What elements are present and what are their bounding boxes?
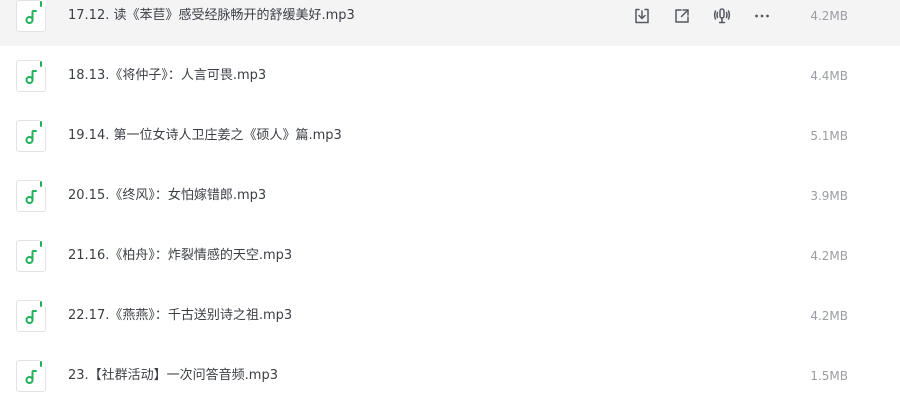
file-name: 18.13.《将仲子》：人言可畏.mp3 [68,68,267,83]
audio-file-list: 17.12. 读《苯苣》感受经脉畅开的舒缓美好.mp3 4.2MB 18.13.… [0,0,900,406]
file-size: 4.2MB [810,309,848,323]
podcast-icon[interactable] [712,7,732,25]
audio-file-icon [16,120,46,152]
file-size: 1.5MB [810,369,848,383]
list-item[interactable]: 20.15.《终风》：女怕嫁错郎.mp3 3.9MB [0,166,900,226]
audio-file-icon [16,60,46,92]
list-item[interactable]: 17.12. 读《苯苣》感受经脉畅开的舒缓美好.mp3 4.2MB [0,0,900,46]
list-item[interactable]: 23.【社群活动】一次问答音频.mp3 1.5MB [0,346,900,406]
audio-file-icon [16,0,46,32]
list-item[interactable]: 18.13.《将仲子》：人言可畏.mp3 4.4MB [0,46,900,106]
file-size: 3.9MB [810,189,848,203]
list-item[interactable]: 22.17.《燕燕》：千古送别诗之祖.mp3 4.2MB [0,286,900,346]
audio-file-icon [16,180,46,212]
file-size: 4.4MB [810,69,848,83]
file-name: 20.15.《终风》：女怕嫁错郎.mp3 [68,188,267,203]
file-name: 17.12. 读《苯苣》感受经脉畅开的舒缓美好.mp3 [68,8,355,23]
file-name: 19.14. 第一位女诗人卫庄姜之《硕人》篇.mp3 [68,128,342,143]
audio-file-icon [16,300,46,332]
audio-file-icon [16,360,46,392]
download-icon[interactable] [632,7,652,25]
file-name: 21.16.《柏舟》：炸裂情感的天空.mp3 [68,248,293,263]
file-name: 23.【社群活动】一次问答音频.mp3 [68,368,278,383]
audio-file-icon [16,240,46,272]
file-size: 4.2MB [810,249,848,263]
more-icon[interactable] [752,7,772,25]
file-name: 22.17.《燕燕》：千古送别诗之祖.mp3 [68,308,293,323]
file-size: 5.1MB [810,129,848,143]
list-item[interactable]: 19.14. 第一位女诗人卫庄姜之《硕人》篇.mp3 5.1MB [0,106,900,166]
file-size: 4.2MB [810,9,848,23]
share-icon[interactable] [672,7,692,25]
list-item[interactable]: 21.16.《柏舟》：炸裂情感的天空.mp3 4.2MB [0,226,900,286]
